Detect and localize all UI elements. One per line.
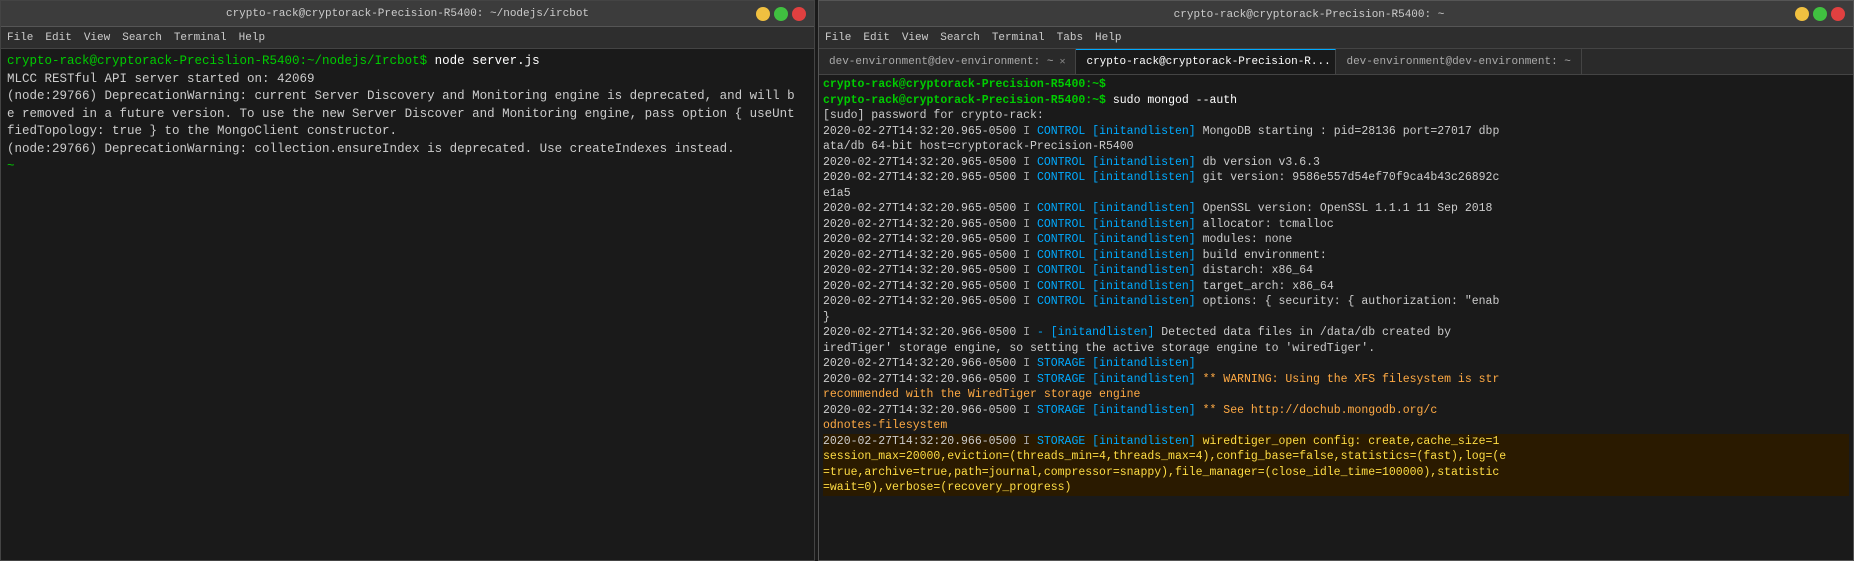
menu-terminal-1[interactable]: Terminal [174, 32, 227, 44]
t2-log-9: 2020-02-27T14:32:20.965-0500 I CONTROL [… [823, 263, 1849, 279]
maximize-button-1[interactable] [774, 7, 788, 21]
t2-log-3: 2020-02-27T14:32:20.965-0500 I CONTROL [… [823, 155, 1849, 171]
tab-label-1: dev-environment@dev-environment: ~ [829, 56, 1053, 68]
tabs-bar[interactable]: dev-environment@dev-environment: ~ ✕ cry… [819, 49, 1853, 75]
t2-line-0: crypto-rack@cryptorack-Precision-R5400:~… [823, 77, 1849, 93]
t2-log-4b: e1a5 [823, 186, 1849, 202]
t2-log-12b: iredTiger' storage engine, so setting th… [823, 341, 1849, 357]
t2-log-16c: =true,archive=true,path=journal,compress… [823, 465, 1849, 481]
menu-edit-2[interactable]: Edit [863, 32, 889, 44]
tab-close-1[interactable]: ✕ [1059, 56, 1065, 68]
tab-label-2: crypto-rack@cryptorack-Precision-R... [1086, 56, 1330, 68]
menu-file-1[interactable]: File [7, 32, 33, 44]
terminal-window-1[interactable]: crypto-rack@cryptorack-Precision-R5400: … [0, 0, 815, 561]
terminal-output-2: (node:29766) DeprecationWarning: current… [7, 88, 808, 106]
maximize-button-2[interactable] [1813, 7, 1827, 21]
terminal-body-1[interactable]: crypto-rack@cryptorack-Precislion-R5400:… [1, 49, 814, 560]
terminal-window-2[interactable]: crypto-rack@cryptorack-Precision-R5400: … [818, 0, 1854, 561]
menu-edit-1[interactable]: Edit [45, 32, 71, 44]
t2-log-16: 2020-02-27T14:32:20.966-0500 I STORAGE [… [823, 434, 1849, 450]
t2-log-7: 2020-02-27T14:32:20.965-0500 I CONTROL [… [823, 232, 1849, 248]
t2-log-10: 2020-02-27T14:32:20.965-0500 I CONTROL [… [823, 279, 1849, 295]
prompt-text-1: crypto-rack@cryptorack-Precislion-R5400:… [7, 54, 427, 68]
t2-log-15b: odnotes-filesystem [823, 418, 1849, 434]
t2-log-11b: } [823, 310, 1849, 326]
window-controls-1[interactable] [756, 7, 806, 21]
menu-view-2[interactable]: View [902, 32, 928, 44]
t2-log-1: 2020-02-27T14:32:20.965-0500 I CONTROL [… [823, 124, 1849, 140]
menu-help-1[interactable]: Help [239, 32, 265, 44]
t2-log-16d: =wait=0),verbose=(recovery_progress) [823, 480, 1849, 496]
t2-log-8: 2020-02-27T14:32:20.965-0500 I CONTROL [… [823, 248, 1849, 264]
terminal-line-prompt: crypto-rack@cryptorack-Precislion-R5400:… [7, 53, 808, 71]
window-controls-2[interactable] [1795, 7, 1845, 21]
menu-search-1[interactable]: Search [122, 32, 162, 44]
t2-log-16b: session_max=20000,eviction=(threads_min=… [823, 449, 1849, 465]
window-title-2: crypto-rack@cryptorack-Precision-R5400: … [1174, 9, 1445, 21]
menu-search-2[interactable]: Search [940, 32, 980, 44]
menu-file-2[interactable]: File [825, 32, 851, 44]
terminal-output-4: fiedTopology: true } to the MongoClient … [7, 123, 808, 141]
t2-log-2: ata/db 64-bit host=cryptorack-Precision-… [823, 139, 1849, 155]
terminal-output-3: e removed in a future version. To use th… [7, 106, 808, 124]
t2-log-13: 2020-02-27T14:32:20.966-0500 I STORAGE [… [823, 356, 1849, 372]
menu-terminal-2[interactable]: Terminal [992, 32, 1045, 44]
menu-tabs-2[interactable]: Tabs [1057, 32, 1083, 44]
titlebar-1: crypto-rack@cryptorack-Precision-R5400: … [1, 1, 814, 27]
window-title-1: crypto-rack@cryptorack-Precision-R5400: … [59, 8, 756, 20]
tab-3[interactable]: dev-environment@dev-environment: ~ [1336, 49, 1581, 74]
t2-line-1: crypto-rack@cryptorack-Precision-R5400:~… [823, 93, 1849, 109]
t2-log-6: 2020-02-27T14:32:20.965-0500 I CONTROL [… [823, 217, 1849, 233]
menubar-1: File Edit View Search Terminal Help [1, 27, 814, 49]
tab-2[interactable]: crypto-rack@cryptorack-Precision-R... ✕ [1076, 49, 1336, 74]
close-button-2[interactable] [1831, 7, 1845, 21]
tab-label-3: dev-environment@dev-environment: ~ [1346, 56, 1570, 68]
terminal-cursor-line: ~ [7, 158, 808, 176]
minimize-button-1[interactable] [756, 7, 770, 21]
t2-log-14: 2020-02-27T14:32:20.966-0500 I STORAGE [… [823, 372, 1849, 388]
tab-1[interactable]: dev-environment@dev-environment: ~ ✕ [819, 49, 1076, 74]
t2-log-15: 2020-02-27T14:32:20.966-0500 I STORAGE [… [823, 403, 1849, 419]
menu-view-1[interactable]: View [84, 32, 110, 44]
terminal-output-1: MLCC RESTful API server started on: 4206… [7, 71, 808, 89]
titlebar-2: crypto-rack@cryptorack-Precision-R5400: … [819, 1, 1853, 27]
menubar-2: File Edit View Search Terminal Tabs Help [819, 27, 1853, 49]
t2-log-12: 2020-02-27T14:32:20.966-0500 I - [initan… [823, 325, 1849, 341]
t2-sudo: [sudo] password for crypto-rack: [823, 108, 1849, 124]
menu-help-2[interactable]: Help [1095, 32, 1121, 44]
t2-log-11: 2020-02-27T14:32:20.965-0500 I CONTROL [… [823, 294, 1849, 310]
minimize-button-2[interactable] [1795, 7, 1809, 21]
cmd-text-1: node server.js [435, 54, 540, 68]
t2-log-14b: recommended with the WiredTiger storage … [823, 387, 1849, 403]
close-button-1[interactable] [792, 7, 806, 21]
terminal-body-2[interactable]: crypto-rack@cryptorack-Precision-R5400:~… [819, 75, 1853, 560]
t2-log-4: 2020-02-27T14:32:20.965-0500 I CONTROL [… [823, 170, 1849, 186]
t2-log-5: 2020-02-27T14:32:20.965-0500 I CONTROL [… [823, 201, 1849, 217]
terminal-output-5: (node:29766) DeprecationWarning: collect… [7, 141, 808, 159]
